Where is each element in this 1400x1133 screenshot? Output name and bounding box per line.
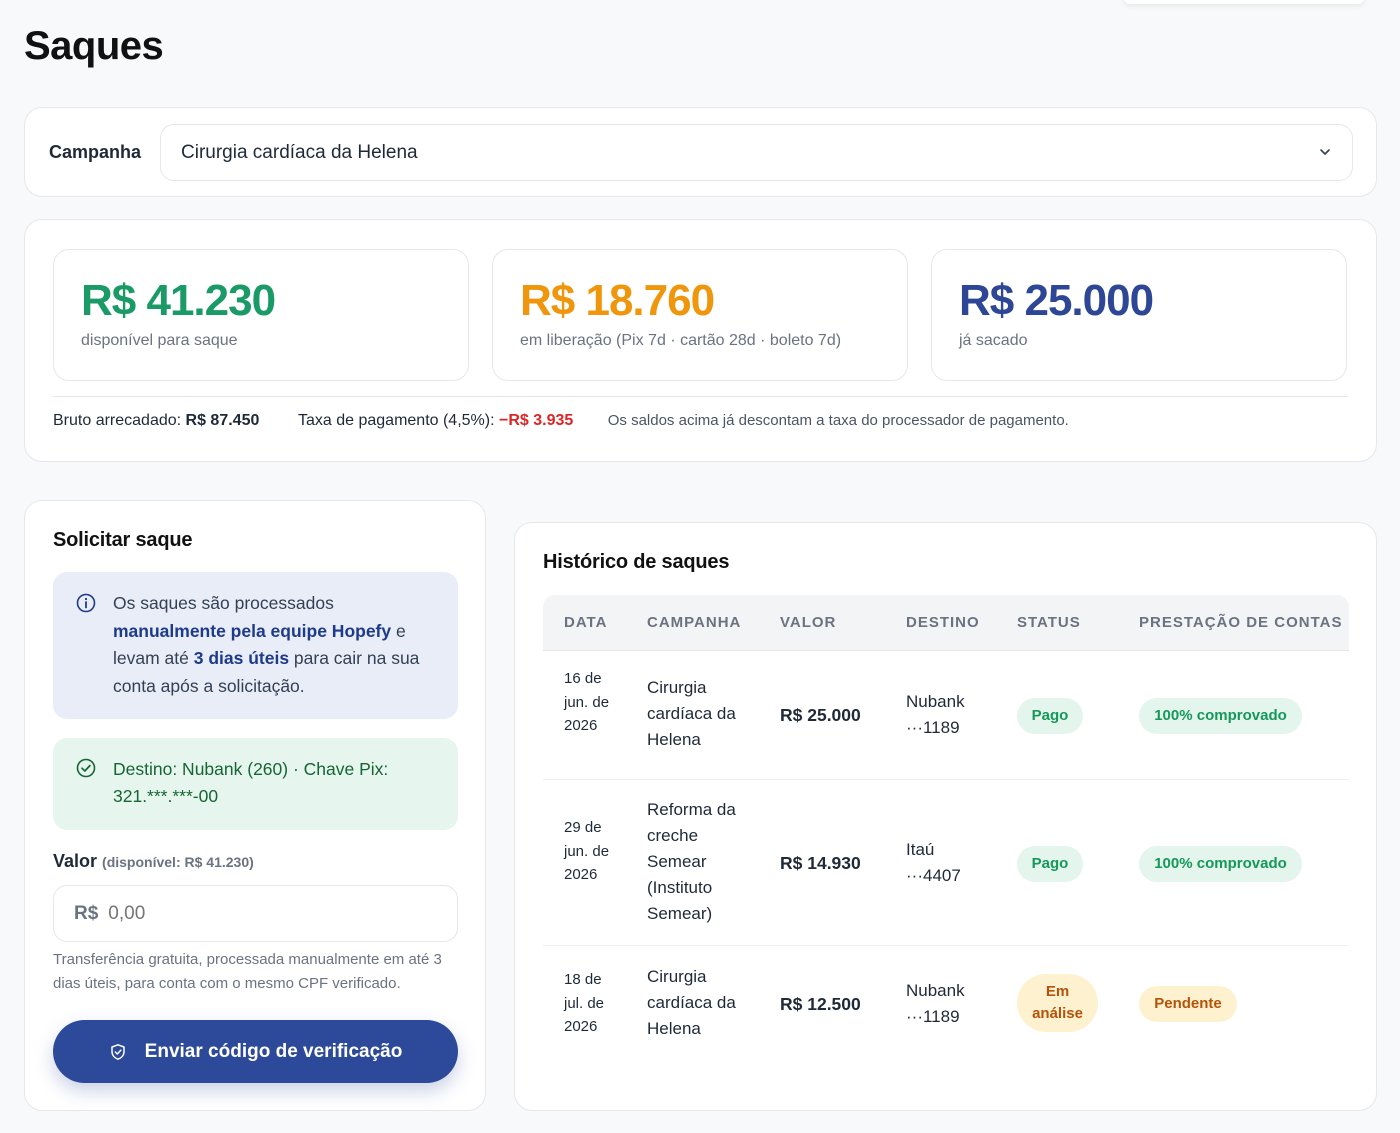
row-campaign: Cirurgia cardíaca da Helena bbox=[647, 967, 736, 1038]
table-row: 29 de jun. de 2026 Reforma da creche Sem… bbox=[543, 780, 1349, 946]
available-balance: R$ 41.230 disponível para saque bbox=[53, 249, 469, 381]
destination-notice: Destino: Nubank (260) · Chave Pix: 321.*… bbox=[53, 738, 458, 830]
accountability-badge: 100% comprovado bbox=[1139, 846, 1302, 882]
accountability-badge: 100% comprovado bbox=[1139, 698, 1302, 734]
column-header: STATUS bbox=[1017, 614, 1081, 631]
divider bbox=[53, 396, 1348, 397]
column-header: VALOR bbox=[780, 614, 837, 631]
fee-summary: Bruto arrecadado: R$ 87.450 Taxa de paga… bbox=[53, 412, 1069, 430]
history-card: Histórico de saques DATA CAMPANHA VALOR … bbox=[514, 522, 1377, 1111]
withdrawn-balance: R$ 25.000 já sacado bbox=[931, 249, 1347, 381]
fee-note: Os saldos acima já descontam a taxa do p… bbox=[607, 412, 1069, 429]
value-input[interactable] bbox=[108, 902, 409, 925]
info-icon bbox=[76, 593, 96, 613]
fee-value: −R$ 3.935 bbox=[499, 412, 574, 429]
request-title: Solicitar saque bbox=[53, 529, 193, 551]
chevron-down-icon bbox=[1320, 149, 1330, 155]
pending-balance: R$ 18.760 em liberação (Pix 7d · cartão … bbox=[492, 249, 908, 381]
available-amount: R$ 41.230 bbox=[81, 276, 276, 325]
column-header: DESTINO bbox=[906, 614, 980, 631]
pending-amount: R$ 18.760 bbox=[520, 276, 715, 325]
send-code-button[interactable]: Enviar código de verificação bbox=[53, 1020, 458, 1083]
row-destination: Itaú ···4407 bbox=[906, 840, 961, 885]
status-badge: Pago bbox=[1017, 698, 1083, 734]
status-badge: Em análise bbox=[1017, 974, 1098, 1032]
value-input-field[interactable]: R$ bbox=[53, 885, 458, 942]
row-amount: R$ 12.500 bbox=[780, 994, 861, 1014]
pending-label: em liberação (Pix 7d · cartão 28d · bole… bbox=[520, 332, 842, 349]
send-code-label: Enviar código de verificação bbox=[144, 1040, 403, 1062]
value-label: Valor (disponível: R$ 41.230) bbox=[53, 851, 254, 871]
row-campaign: Reforma da creche Semear (Instituto Seme… bbox=[647, 800, 736, 923]
request-card: Solicitar saque Os saques são processado… bbox=[24, 500, 486, 1111]
accountability-badge: Pendente bbox=[1139, 986, 1237, 1022]
withdrawn-amount: R$ 25.000 bbox=[959, 276, 1154, 325]
row-destination: Nubank ···1189 bbox=[906, 981, 965, 1026]
row-destination: Nubank ···1189 bbox=[906, 692, 965, 737]
withdrawn-label: já sacado bbox=[959, 332, 1028, 349]
balances-card: R$ 41.230 disponível para saque R$ 18.76… bbox=[24, 219, 1377, 462]
available-label: disponível para saque bbox=[81, 332, 238, 349]
column-header: DATA bbox=[564, 614, 608, 631]
column-header: CAMPANHA bbox=[647, 614, 742, 631]
row-campaign: Cirurgia cardíaca da Helena bbox=[647, 678, 736, 749]
table-header: DATA CAMPANHA VALOR DESTINO STATUS PREST… bbox=[543, 595, 1349, 651]
row-amount: R$ 14.930 bbox=[780, 853, 861, 873]
campaign-card: Campanha Cirurgia cardíaca da Helena bbox=[24, 107, 1377, 197]
gross-value: R$ 87.450 bbox=[185, 412, 260, 429]
table-row: 18 de jul. de 2026 Cirurgia cardíaca da … bbox=[543, 946, 1349, 1064]
column-header: PRESTAÇÃO DE CONTAS bbox=[1139, 614, 1343, 631]
value-available: (disponível: R$ 41.230) bbox=[102, 854, 254, 870]
shield-check-icon bbox=[110, 1043, 125, 1060]
destination-text: Destino: Nubank (260) · Chave Pix: 321.*… bbox=[113, 759, 389, 806]
campaign-select-value: Cirurgia cardíaca da Helena bbox=[181, 141, 418, 163]
campaign-select[interactable]: Cirurgia cardíaca da Helena bbox=[160, 124, 1353, 181]
helper-text: Transferência gratuita, processada manua… bbox=[53, 951, 442, 992]
gross-label: Bruto arrecadado: bbox=[53, 412, 182, 429]
status-badge: Pago bbox=[1017, 846, 1083, 882]
info-notice: Os saques são processados manualmente pe… bbox=[53, 572, 458, 719]
row-date: 18 de jul. de 2026 bbox=[564, 971, 605, 1035]
history-title: Histórico de saques bbox=[543, 551, 730, 573]
row-date: 29 de jun. de 2026 bbox=[564, 819, 610, 883]
page-title: Saques bbox=[24, 24, 164, 68]
currency-prefix: R$ bbox=[74, 902, 99, 924]
check-circle-icon bbox=[76, 758, 96, 778]
campaign-label: Campanha bbox=[49, 142, 142, 162]
fee-label: Taxa de pagamento (4,5%): bbox=[297, 412, 495, 429]
table-row: 16 de jun. de 2026 Cirurgia cardíaca da … bbox=[543, 651, 1349, 780]
row-amount: R$ 25.000 bbox=[780, 705, 861, 725]
top-right-element bbox=[1124, 0, 1364, 4]
row-date: 16 de jun. de 2026 bbox=[564, 670, 610, 734]
